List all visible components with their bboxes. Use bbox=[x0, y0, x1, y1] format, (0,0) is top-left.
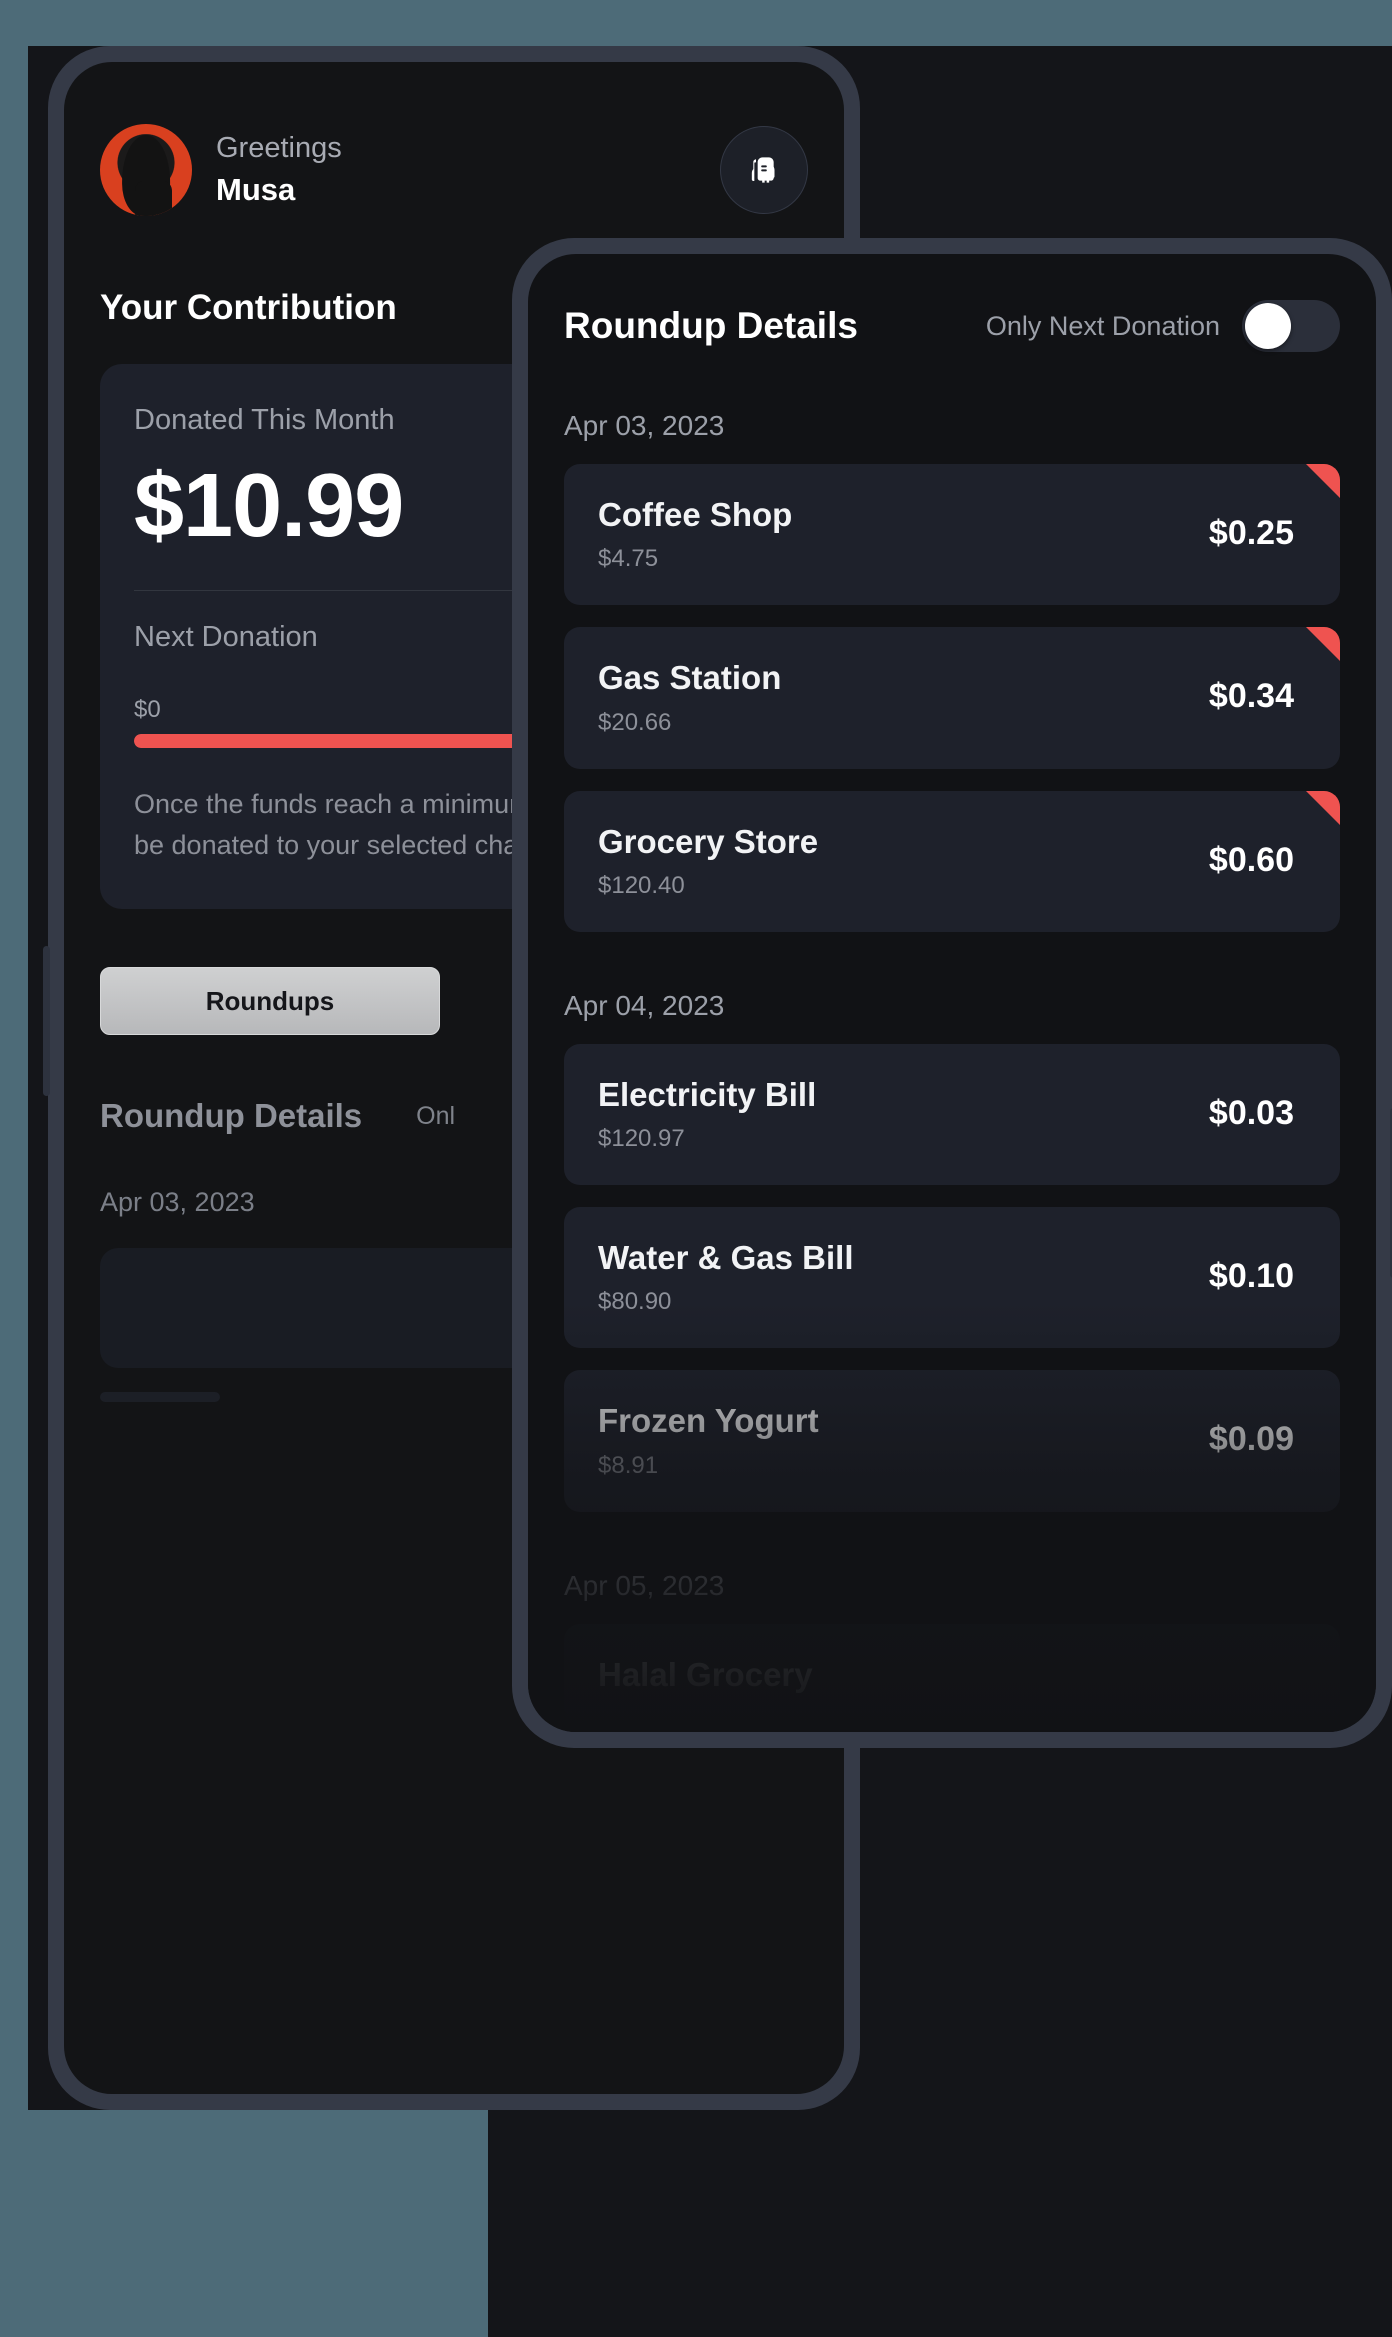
transaction-amount: $20.66 bbox=[598, 708, 672, 736]
transaction-name: Water & Gas Bill bbox=[598, 1239, 854, 1276]
backpack-icon-button[interactable] bbox=[720, 126, 808, 214]
phone-frame-secondary: Roundup Details Only Next Donation Apr 0… bbox=[512, 238, 1392, 1748]
avatar-neck bbox=[134, 181, 172, 216]
transaction-info: Electricity Bill $120.97 bbox=[598, 1074, 1209, 1153]
transaction-row[interactable]: Frozen Yogurt $8.91 $0.09 bbox=[564, 1370, 1340, 1512]
transaction-info: Grocery Store $120.40 bbox=[598, 821, 1209, 900]
roundups-button[interactable]: Roundups bbox=[100, 967, 440, 1036]
transaction-roundup-amount: $0.09 bbox=[1208, 1420, 1294, 1459]
transaction-name: Frozen Yogurt bbox=[598, 1402, 819, 1440]
transaction-roundup-amount: $0.34 bbox=[1208, 677, 1294, 716]
transaction-name: Coffee Shop bbox=[598, 496, 793, 533]
transaction-row[interactable]: Electricity Bill $120.97 $0.03 bbox=[564, 1043, 1340, 1185]
transaction-row[interactable]: Gas Station $20.66 $0.34 bbox=[564, 627, 1340, 769]
transaction-list: Apr 03, 2023 Coffee Shop $4.75 $0.25 Gas Sta… bbox=[564, 410, 1340, 1727]
flag-corner-icon bbox=[1306, 464, 1340, 498]
transaction-amount: $80.90 bbox=[598, 1288, 672, 1316]
peek-roundup-title: Roundup Details bbox=[100, 1097, 363, 1135]
transaction-name: Grocery Store bbox=[598, 822, 819, 860]
transaction-info: Gas Station $20.66 bbox=[598, 657, 1209, 736]
transaction-name: Halal Grocery bbox=[598, 1655, 813, 1693]
transaction-row[interactable]: Grocery Store $120.40 $0.60 bbox=[564, 790, 1340, 932]
transaction-roundup-amount: $0.03 bbox=[1208, 1093, 1294, 1132]
transaction-roundup-amount: $0.10 bbox=[1208, 1257, 1294, 1296]
roundup-details-header: Roundup Details Only Next Donation bbox=[564, 300, 1340, 352]
transaction-row[interactable]: Coffee Shop $4.75 $0.25 bbox=[564, 464, 1340, 606]
app-header: Greetings Musa bbox=[100, 124, 808, 216]
roundup-details-scroll[interactable]: Roundup Details Only Next Donation Apr 0… bbox=[528, 254, 1376, 1732]
date-group-header: Apr 03, 2023 bbox=[564, 410, 725, 441]
transaction-amount: $8.91 bbox=[598, 1451, 659, 1479]
flag-corner-icon bbox=[1306, 627, 1340, 662]
transaction-roundup-amount: $0.25 bbox=[1208, 514, 1294, 553]
flag-corner-icon bbox=[1306, 790, 1340, 825]
transaction-amount: $4.75 bbox=[598, 545, 659, 573]
phone-screen-secondary: Roundup Details Only Next Donation Apr 0… bbox=[528, 254, 1376, 1732]
avatar bbox=[100, 124, 192, 216]
greeting-label: Greetings bbox=[216, 131, 342, 164]
peek-ghost-line bbox=[100, 1392, 220, 1403]
transaction-row[interactable]: Water & Gas Bill $80.90 $0.10 bbox=[564, 1207, 1340, 1349]
transaction-amount: $120.40 bbox=[598, 871, 685, 899]
transaction-roundup-amount: $0.60 bbox=[1208, 840, 1294, 879]
transaction-name: Electricity Bill bbox=[598, 1075, 817, 1113]
transaction-info: Water & Gas Bill $80.90 bbox=[598, 1237, 1209, 1316]
only-next-donation-toggle[interactable] bbox=[1242, 300, 1340, 352]
transaction-row[interactable]: Halal Grocery bbox=[564, 1623, 1340, 1727]
backpack-icon bbox=[751, 157, 775, 183]
transaction-info: Halal Grocery bbox=[598, 1654, 1294, 1695]
roundup-details-title: Roundup Details bbox=[564, 305, 858, 346]
transaction-info: Coffee Shop $4.75 bbox=[598, 494, 1209, 573]
phone-side-button[interactable] bbox=[43, 946, 50, 1096]
transaction-amount: $120.97 bbox=[598, 1125, 685, 1152]
transaction-info: Frozen Yogurt $8.91 bbox=[598, 1400, 1209, 1479]
user-name: Musa bbox=[216, 171, 296, 207]
only-next-donation-label: Only Next Donation bbox=[985, 310, 1220, 341]
transaction-name: Gas Station bbox=[598, 659, 782, 697]
toggle-knob bbox=[1245, 303, 1291, 349]
greeting-block: Greetings Musa bbox=[216, 130, 342, 211]
peek-toggle-label: Onl bbox=[416, 1101, 456, 1130]
backdrop-slab-lower bbox=[488, 2110, 1392, 2337]
date-group-header: Apr 05, 2023 bbox=[564, 1569, 725, 1601]
date-group-header: Apr 04, 2023 bbox=[564, 989, 725, 1021]
screenshot-stage: Greetings Musa Your Contribution Donated… bbox=[0, 0, 1392, 2337]
